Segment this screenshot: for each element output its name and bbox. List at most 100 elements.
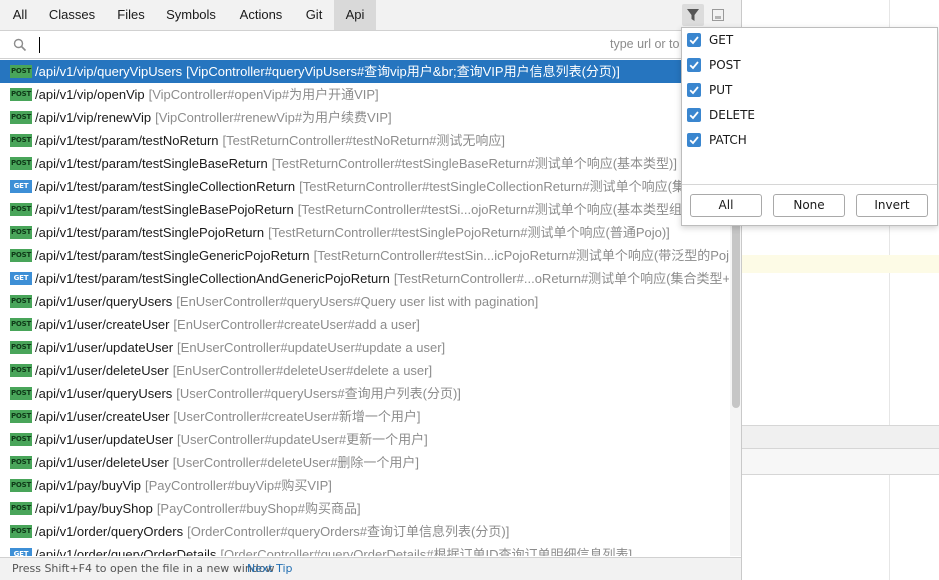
result-row[interactable]: GET/api/v1/test/param/testSingleCollecti… [0,175,729,198]
checkbox[interactable] [687,58,701,72]
post-method-badge: POST [10,295,32,308]
result-row[interactable]: POST/api/v1/pay/buyVip [PayController#buy… [0,474,729,497]
result-row[interactable]: GET/api/v1/order/queryOrderDetails [Order… [0,543,729,556]
search-hint: type url or to [610,37,680,51]
check-icon [689,136,699,145]
post-method-badge: POST [10,249,32,262]
post-method-badge: POST [10,479,32,492]
search-everywhere-popup: All Classes Files Symbols Actions Git Ap… [0,0,742,580]
filter-option-label: POST [709,58,741,72]
endpoint-description: [TestReturnController#testSin...icPojoRe… [313,248,729,263]
checkbox[interactable] [687,133,701,147]
endpoint-path: /api/v1/user/queryUsers [UserController#q… [35,382,461,405]
endpoint-path: /api/v1/test/param/testSingleCollectionR… [35,175,685,198]
post-method-badge: POST [10,88,32,101]
tab-files[interactable]: Files [108,0,154,30]
endpoint-description: [TestReturnController#testSi...ojoReturn… [297,202,696,217]
next-tip-link[interactable]: Next Tip [247,558,293,580]
endpoint-url: /api/v1/test/param/testNoReturn [35,133,219,148]
post-method-badge: POST [10,318,32,331]
get-method-badge: GET [10,180,32,193]
endpoint-url: /api/v1/user/queryUsers [35,386,173,401]
endpoint-url: /api/v1/vip/queryVipUsers [35,64,183,79]
filter-option-label: PATCH [709,133,747,147]
post-method-badge: POST [10,65,32,78]
search-icon [13,38,27,52]
tab-all[interactable]: All [4,0,36,30]
post-method-badge: POST [10,364,32,377]
result-row[interactable]: GET/api/v1/test/param/testSingleCollecti… [0,267,729,290]
result-row[interactable]: POST/api/v1/vip/queryVipUsers [VipControl… [0,60,729,83]
check-icon [689,111,699,120]
endpoint-path: /api/v1/user/createUser [UserController#c… [35,405,420,428]
endpoint-url: /api/v1/test/param/testSingleBaseReturn [35,156,268,171]
filter-option-patch[interactable]: PATCH [682,128,937,153]
endpoint-description: [OrderController#queryOrders#查询订单信息列表(分页… [187,524,510,539]
tab-api[interactable]: Api [334,0,376,30]
endpoint-path: /api/v1/test/param/testSingleGenericPojo… [35,244,729,267]
endpoint-url: /api/v1/test/param/testSingleGenericPojo… [35,248,310,263]
result-row[interactable]: POST/api/v1/test/param/testSinglePojoRet… [0,221,729,244]
tab-classes[interactable]: Classes [40,0,104,30]
endpoint-description: [EnUserController#updateUser#update a us… [177,340,446,355]
endpoint-path: /api/v1/order/queryOrders [OrderControlle… [35,520,509,543]
invert-selection-button[interactable]: Invert [856,194,928,217]
search-bar[interactable]: type url or to [0,31,741,59]
filter-option-delete[interactable]: DELETE [682,103,937,128]
result-row[interactable]: POST/api/v1/test/param/testSingleBasePoj… [0,198,729,221]
checkbox[interactable] [687,83,701,97]
post-method-badge: POST [10,134,32,147]
filter-option-label: GET [709,33,734,47]
filter-option-get[interactable]: GET [682,28,937,53]
check-icon [689,86,699,95]
endpoint-url: /api/v1/pay/buyShop [35,501,153,516]
result-row[interactable]: POST/api/v1/user/createUser [EnUserContro… [0,313,729,336]
tab-actions[interactable]: Actions [228,0,294,30]
post-method-badge: POST [10,433,32,446]
endpoint-url: /api/v1/order/queryOrderDetails [35,547,217,556]
filter-option-put[interactable]: PUT [682,78,937,103]
endpoint-url: /api/v1/user/createUser [35,317,170,332]
filter-button[interactable] [682,4,704,26]
text-caret [39,37,40,53]
result-row[interactable]: POST/api/v1/pay/buyShop [PayController#bu… [0,497,729,520]
result-row[interactable]: POST/api/v1/user/deleteUser [UserControll… [0,451,729,474]
endpoint-path: /api/v1/test/param/testNoReturn [TestRetu… [35,129,505,152]
endpoint-path: /api/v1/pay/buyVip [PayController#buyVip#… [35,474,332,497]
pin-icon [712,9,724,21]
result-row[interactable]: POST/api/v1/test/param/testSingleBaseRet… [0,152,729,175]
result-row[interactable]: POST/api/v1/user/updateUser [UserControll… [0,428,729,451]
checkbox[interactable] [687,33,701,47]
endpoint-path: /api/v1/user/queryUsers [EnUserController… [35,290,538,313]
tab-git[interactable]: Git [298,0,330,30]
endpoint-path: /api/v1/user/createUser [EnUserController… [35,313,420,336]
result-row[interactable]: POST/api/v1/order/queryOrders [OrderContr… [0,520,729,543]
endpoint-url: /api/v1/test/param/testSingleCollectionR… [35,179,296,194]
result-row[interactable]: POST/api/v1/vip/openVip [VipController#op… [0,83,729,106]
result-row[interactable]: POST/api/v1/test/param/testNoReturn [Test… [0,129,729,152]
filter-option-post[interactable]: POST [682,53,937,78]
method-filter-dropdown: All None Invert GET POST PUT DELETE PATCH [681,27,938,226]
result-row[interactable]: POST/api/v1/user/queryUsers [UserControll… [0,382,729,405]
pin-window-button[interactable] [710,7,726,23]
endpoint-url: /api/v1/test/param/testSingleCollectionA… [35,271,390,286]
result-row[interactable]: POST/api/v1/user/queryUsers [EnUserContro… [0,290,729,313]
endpoint-description: [EnUserController#createUser#add a user] [173,317,420,332]
endpoint-url: /api/v1/pay/buyVip [35,478,141,493]
result-row[interactable]: POST/api/v1/test/param/testSingleGeneric… [0,244,729,267]
select-all-button[interactable]: All [690,194,762,217]
get-method-badge: GET [10,548,32,556]
tab-symbols[interactable]: Symbols [158,0,224,30]
post-method-badge: POST [10,502,32,515]
endpoint-url: /api/v1/user/updateUser [35,432,174,447]
select-none-button[interactable]: None [773,194,845,217]
results-list[interactable]: POST/api/v1/vip/queryVipUsers [VipControl… [0,60,729,556]
tab-bar: All Classes Files Symbols Actions Git Ap… [0,0,741,31]
post-method-badge: POST [10,387,32,400]
checkbox[interactable] [687,108,701,122]
endpoint-description: [VipController#queryVipUsers#查询vip用户&br;… [186,64,620,79]
result-row[interactable]: POST/api/v1/user/createUser [UserControll… [0,405,729,428]
result-row[interactable]: POST/api/v1/vip/renewVip [VipController#r… [0,106,729,129]
result-row[interactable]: POST/api/v1/user/deleteUser [EnUserContro… [0,359,729,382]
result-row[interactable]: POST/api/v1/user/updateUser [EnUserContro… [0,336,729,359]
